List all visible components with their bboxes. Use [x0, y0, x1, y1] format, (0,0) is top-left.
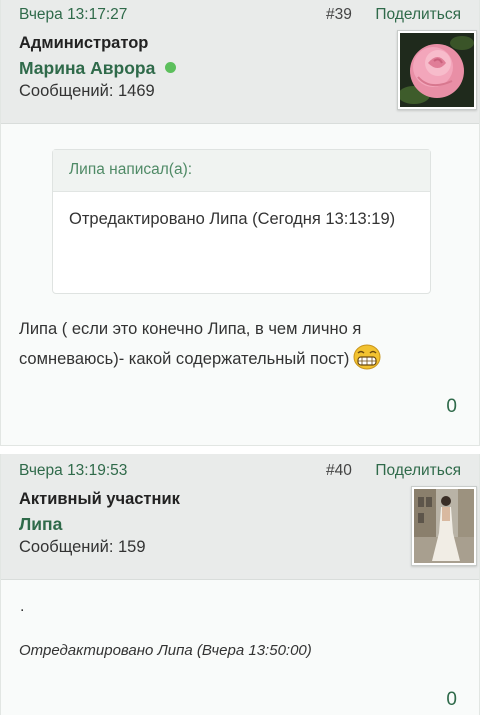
edited-note: Отредактировано Липа (Вчера 13:50:00)	[19, 642, 312, 659]
grinning-face-icon	[353, 344, 381, 380]
user-role: Активный участник	[19, 490, 180, 508]
quote-block: Липа написал(а): Отредактировано Липа (С…	[52, 149, 431, 294]
quote-header: Липа написал(а):	[53, 150, 430, 192]
quote-text: Отредактировано Липа (Сегодня 13:13:19)	[69, 210, 396, 228]
post-body: Липа написал(а): Отредактировано Липа (С…	[1, 124, 479, 445]
message-count: Сообщений: 1469	[19, 82, 155, 100]
post-40: Вчера 13:19:53 #40 Поделиться Активный у…	[0, 454, 480, 715]
avatar[interactable]	[397, 30, 477, 110]
avatar[interactable]	[411, 486, 477, 566]
like-counter[interactable]: 0	[446, 689, 457, 711]
post-text-content: Липа ( если это конечно Липа, в чем личн…	[19, 320, 362, 368]
author-name-text[interactable]: Марина Аврора	[19, 58, 155, 78]
post-39: Вчера 13:17:27 #39 Поделиться Администра…	[0, 0, 480, 446]
post-text: .	[20, 598, 25, 615]
like-counter[interactable]: 0	[446, 396, 457, 418]
post-text: Липа ( если это конечно Липа, в чем личн…	[19, 314, 449, 380]
bride-photo-avatar	[414, 489, 474, 563]
pink-rose-avatar	[400, 33, 474, 107]
post-date[interactable]: Вчера 13:17:27	[19, 6, 127, 24]
message-count: Сообщений: 159	[19, 538, 146, 556]
online-status-icon	[165, 62, 177, 73]
user-role: Администратор	[19, 34, 149, 52]
post-header: Вчера 13:19:53 #40 Поделиться Активный у…	[1, 454, 479, 580]
post-date[interactable]: Вчера 13:19:53	[19, 462, 127, 480]
post-header: Вчера 13:17:27 #39 Поделиться Администра…	[1, 0, 479, 124]
share-link[interactable]: Поделиться	[375, 462, 461, 480]
post-body: . Отредактировано Липа (Вчера 13:50:00) …	[1, 580, 479, 715]
share-link[interactable]: Поделиться	[375, 6, 461, 24]
author-name[interactable]: Липа	[19, 514, 62, 535]
author-name[interactable]: Марина Аврора	[19, 58, 177, 79]
post-number[interactable]: #39	[326, 6, 352, 24]
post-number[interactable]: #40	[326, 462, 352, 480]
